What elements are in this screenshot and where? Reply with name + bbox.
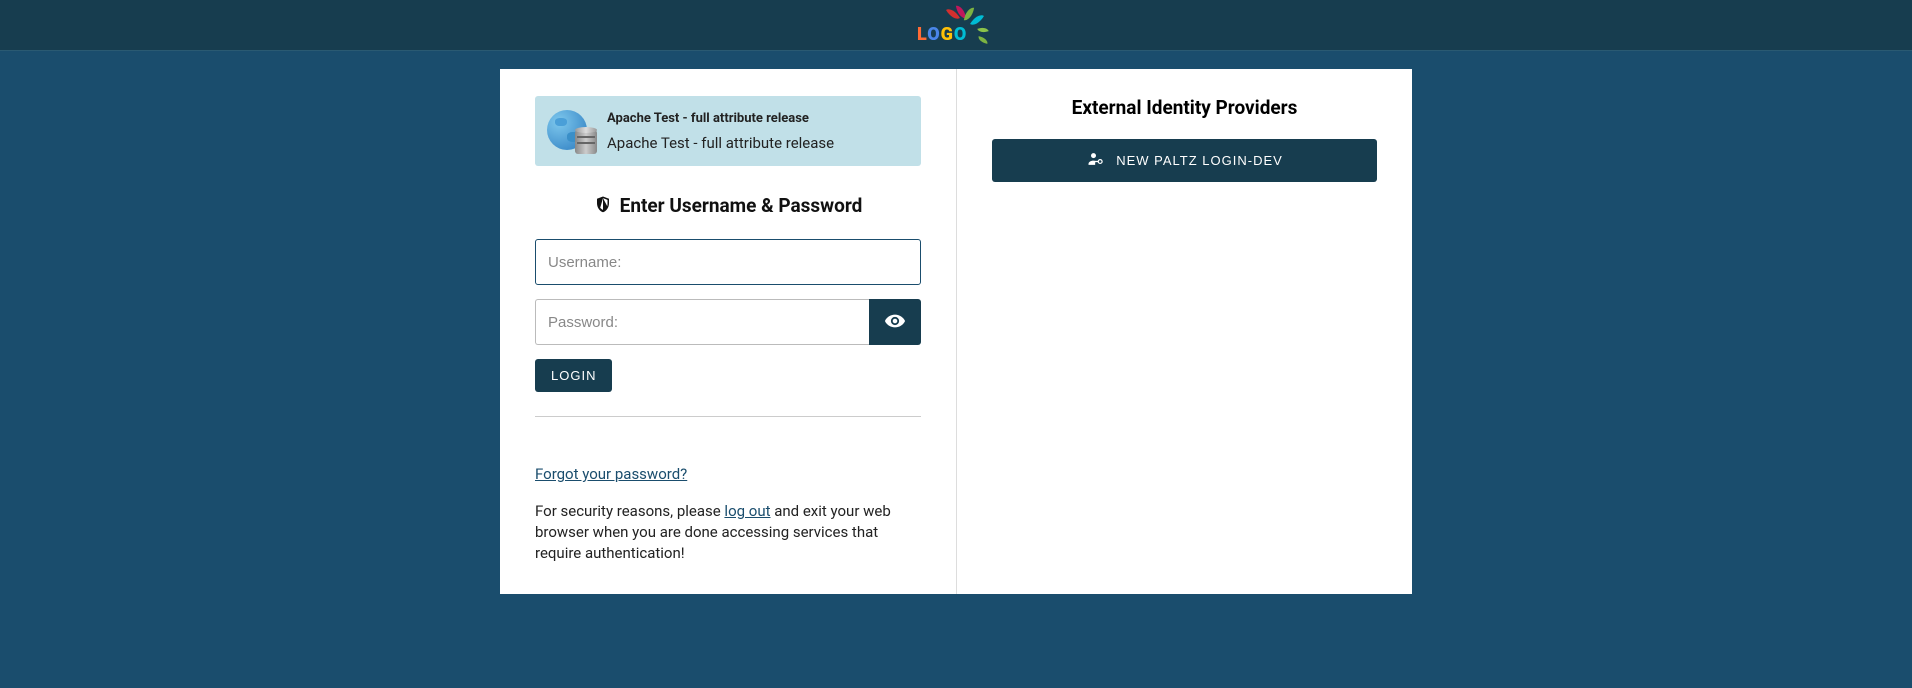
service-title: Apache Test - full attribute release bbox=[607, 111, 909, 126]
logo-text: LOGO bbox=[917, 24, 967, 45]
reveal-password-button[interactable] bbox=[869, 299, 921, 345]
external-idp-button[interactable]: NEW PALTZ LOGIN-DEV bbox=[992, 139, 1377, 182]
service-text: Apache Test - full attribute release Apa… bbox=[607, 111, 909, 152]
eye-icon bbox=[884, 310, 906, 335]
external-idp-button-label: NEW PALTZ LOGIN-DEV bbox=[1116, 153, 1283, 168]
shield-icon bbox=[594, 195, 612, 217]
logo-leaves-icon: LOGO bbox=[917, 5, 995, 45]
divider bbox=[535, 416, 921, 417]
password-row bbox=[535, 299, 921, 345]
security-notice: For security reasons, please log out and… bbox=[535, 501, 921, 564]
service-banner: Apache Test - full attribute release Apa… bbox=[535, 96, 921, 166]
security-prefix: For security reasons, please bbox=[535, 502, 724, 520]
password-input[interactable] bbox=[535, 299, 869, 345]
forgot-password-link[interactable]: Forgot your password? bbox=[535, 465, 921, 483]
form-heading-text: Enter Username & Password bbox=[620, 194, 863, 217]
form-heading: Enter Username & Password bbox=[535, 194, 921, 217]
username-input[interactable] bbox=[535, 239, 921, 285]
external-idp-panel: External Identity Providers NEW PALTZ LO… bbox=[957, 69, 1412, 594]
logout-link[interactable]: log out bbox=[724, 502, 770, 520]
service-globe-db-icon bbox=[547, 110, 599, 152]
service-description: Apache Test - full attribute release bbox=[607, 134, 909, 152]
login-button[interactable]: LOGIN bbox=[535, 359, 612, 392]
login-panel: Apache Test - full attribute release Apa… bbox=[500, 69, 957, 594]
external-idp-heading: External Identity Providers bbox=[992, 96, 1377, 119]
page-header: LOGO bbox=[0, 0, 1912, 51]
person-key-icon bbox=[1086, 149, 1106, 172]
logo: LOGO bbox=[917, 5, 995, 45]
main-container: Apache Test - full attribute release Apa… bbox=[500, 69, 1412, 594]
